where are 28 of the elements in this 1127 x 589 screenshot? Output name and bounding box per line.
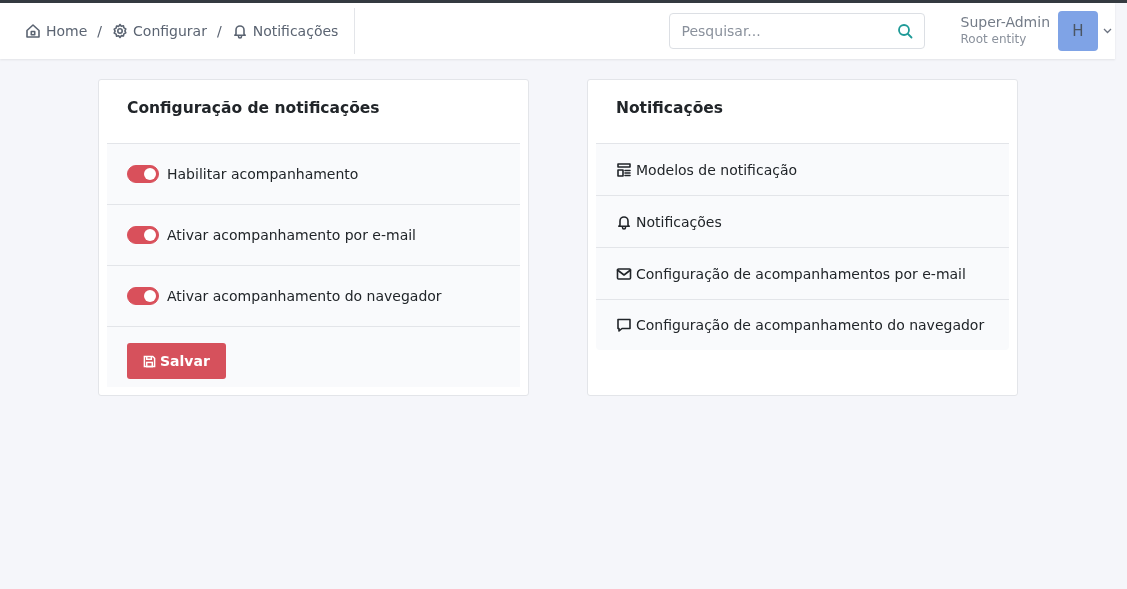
menu-link[interactable]: Notificações [596,196,1009,248]
toggle-switch[interactable] [127,165,159,183]
search-field[interactable]: Pesquisar... [668,13,925,49]
toggle-label: Habilitar acompanhamento [167,166,359,182]
layout-icon [616,161,632,178]
search-icon[interactable] [896,23,913,39]
caret-icon[interactable] [1103,28,1112,34]
menu-link[interactable]: Configuração de acompanhamentos por e-mail [596,248,1009,300]
breadcrumb-link[interactable]: Home [25,23,88,39]
bell-icon [616,213,632,230]
gear-icon [112,23,129,39]
breadcrumb-separator: / [97,23,103,39]
breadcrumb-separator: / [216,23,222,39]
breadcrumb-link[interactable]: Notificações [231,23,339,39]
envelope-icon [616,265,632,282]
save-button[interactable]: Salvar [127,343,226,379]
bell-icon [231,23,248,39]
speech-bubble-icon [616,317,632,333]
entity-name: Root entity [960,31,1028,48]
user-name: Super-Admin [960,14,1050,31]
toggle-label: Ativar acompanhamento por e-mail [167,227,416,243]
menu-link[interactable]: Configuração de acompanhamento do navegador [596,300,1009,350]
toggle-switch[interactable] [127,226,159,244]
toggle-switch[interactable] [127,287,159,305]
toggle-label: Ativar acompanhamento do navegador [167,288,442,304]
breadcrumb-link[interactable]: Configurar [112,23,207,39]
menu-link[interactable]: Modelos de notificação [596,144,1009,196]
home-icon [25,23,41,39]
